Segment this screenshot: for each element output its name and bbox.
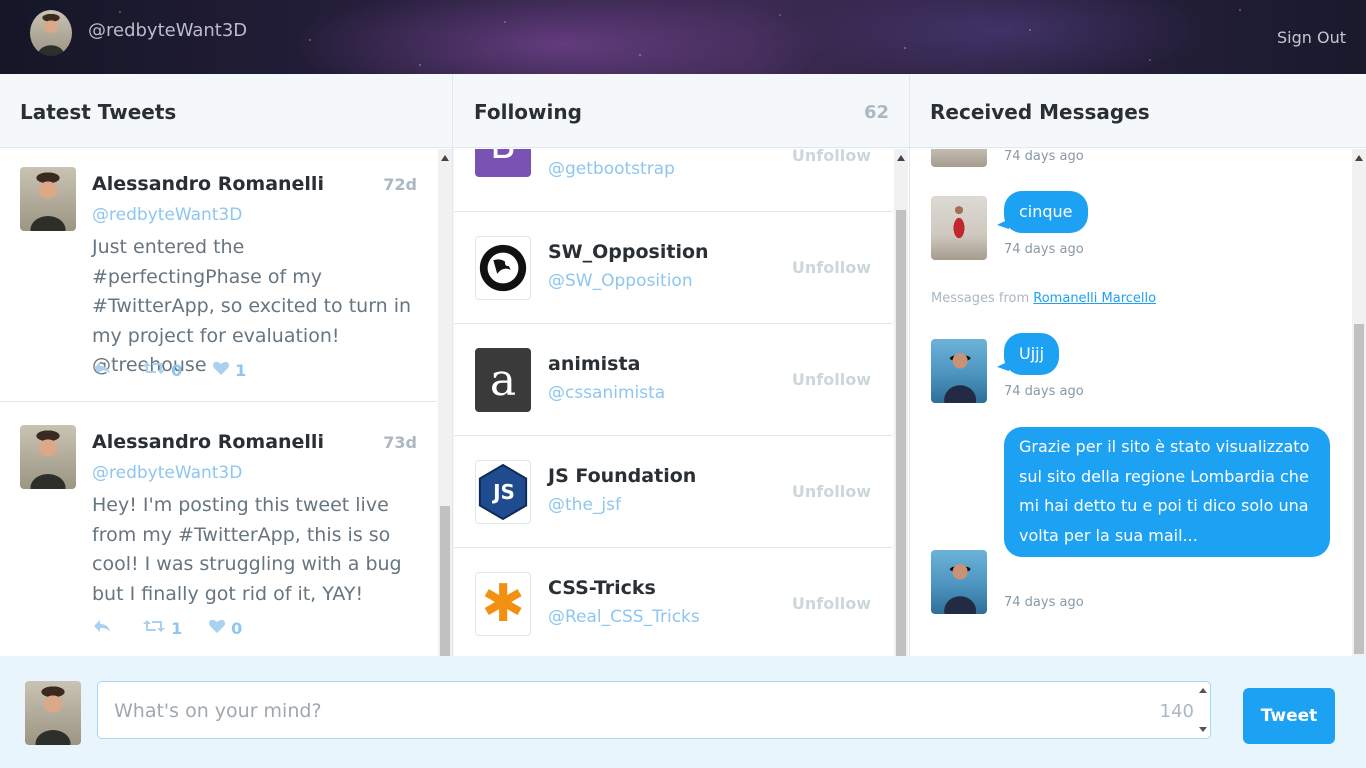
tweet-input-placeholder: What's on your mind?	[114, 700, 322, 722]
bootstrap-logo[interactable]: B	[475, 149, 531, 177]
following-item: SW_Opposition @SW_Opposition Unfollow	[454, 212, 893, 324]
chevron-down-icon[interactable]	[1199, 727, 1207, 732]
scroll-thumb[interactable]	[440, 506, 450, 656]
message-bubble: Ujjj	[1004, 333, 1060, 375]
chevron-up-icon[interactable]	[1199, 688, 1207, 693]
following-item: JS JS Foundation @the_jsf Unfollow	[454, 436, 893, 548]
following-count: 62	[863, 102, 889, 123]
reply-icon[interactable]	[92, 360, 112, 380]
message-bubble: cinque	[1004, 191, 1088, 233]
js-logo-text: JS	[493, 480, 515, 504]
tweet-author-handle[interactable]: @redbyteWant3D	[92, 463, 242, 483]
retweet-button[interactable]: 1	[142, 618, 182, 638]
tweet-author-avatar[interactable]	[20, 425, 76, 489]
messages-from-label: Messages from Romanelli Marcello	[931, 291, 1156, 306]
tweet-input[interactable]: What's on your mind? 140	[97, 681, 1211, 739]
following-handle[interactable]: @getbootstrap	[548, 159, 675, 179]
css-tricks-logo[interactable]: ✱	[475, 572, 531, 636]
tweet-author-handle[interactable]: @redbyteWant3D	[92, 205, 242, 225]
following-name: JS Foundation	[548, 465, 697, 487]
message-time: 74 days ago	[1004, 242, 1084, 257]
tweet-author-name: Alessandro Romanelli	[92, 173, 324, 195]
composer-avatar[interactable]	[25, 681, 81, 745]
sender-avatar[interactable]	[931, 550, 987, 614]
following-list[interactable]: B @getbootstrap Unfollow SW_Opposition @…	[454, 149, 909, 656]
scroll-up-arrow[interactable]	[897, 155, 905, 161]
unfollow-button[interactable]: Unfollow	[792, 482, 871, 501]
user-handle: @redbyteWant3D	[88, 20, 248, 41]
heart-icon	[208, 619, 226, 633]
following-handle[interactable]: @Real_CSS_Tricks	[548, 607, 700, 627]
tweets-scrollbar[interactable]	[438, 149, 452, 656]
unfollow-button[interactable]: Unfollow	[792, 149, 871, 165]
tweet-composer: What's on your mind? 140 Tweet	[0, 656, 1366, 768]
messages-list[interactable]: 74 days ago cinque 74 days ago Messages …	[910, 149, 1366, 656]
unfollow-button[interactable]: Unfollow	[792, 594, 871, 613]
tweet-text: Just entered the #perfectingPhase of my …	[92, 236, 412, 376]
received-messages-column: Received Messages 74 days ago cinque 74 …	[910, 74, 1366, 656]
received-messages-header: Received Messages	[910, 74, 1366, 148]
like-button[interactable]: 0	[208, 618, 242, 638]
js-foundation-logo[interactable]: JS	[475, 460, 531, 524]
sender-avatar[interactable]	[931, 339, 987, 403]
like-button[interactable]: 1	[212, 360, 246, 380]
sender-name-link[interactable]: Romanelli Marcello	[1033, 291, 1156, 306]
following-header: Following 62	[454, 74, 909, 148]
tweet-time: 73d	[383, 433, 417, 452]
latest-tweets-title: Latest Tweets	[20, 100, 177, 124]
sign-out-link[interactable]: Sign Out	[1277, 28, 1346, 47]
messages-scrollbar[interactable]	[1352, 149, 1366, 656]
following-column: Following 62 B @getbootstrap Unfollow SW…	[454, 74, 910, 656]
scroll-up-arrow[interactable]	[441, 155, 449, 161]
retweet-button[interactable]: 0	[142, 360, 182, 380]
tweets-list[interactable]: Alessandro Romanelli 72d @redbyteWant3D …	[0, 149, 452, 656]
tweet-text: Hey! I'm posting this tweet live from my…	[92, 494, 402, 605]
user-avatar[interactable]	[30, 10, 72, 56]
following-title: Following	[474, 100, 582, 124]
like-count: 0	[231, 619, 243, 638]
retweet-icon	[143, 362, 165, 374]
top-header: @redbyteWant3D Sign Out	[0, 0, 1366, 74]
character-counter: 140	[1159, 701, 1194, 722]
sender-avatar[interactable]	[931, 149, 987, 167]
following-item: a animista @cssanimista Unfollow	[454, 324, 893, 436]
sender-avatar[interactable]	[931, 196, 987, 260]
tweet-button[interactable]: Tweet	[1243, 688, 1335, 744]
reply-icon[interactable]	[92, 618, 112, 638]
scroll-up-arrow[interactable]	[1355, 155, 1363, 161]
retweet-count: 0	[171, 361, 183, 380]
following-name: animista	[548, 353, 641, 375]
message-time: 74 days ago	[1004, 384, 1084, 399]
message-time: 74 days ago	[1004, 149, 1084, 164]
latest-tweets-column: Latest Tweets Alessandro Romanelli 72d @…	[0, 74, 453, 656]
like-count: 1	[235, 361, 247, 380]
unfollow-button[interactable]: Unfollow	[792, 370, 871, 389]
following-item: ✱ CSS-Tricks @Real_CSS_Tricks Unfollow	[454, 548, 893, 656]
received-messages-title: Received Messages	[930, 100, 1150, 124]
following-item: B @getbootstrap Unfollow	[454, 149, 893, 212]
unfollow-button[interactable]: Unfollow	[792, 258, 871, 277]
scroll-thumb[interactable]	[896, 210, 906, 656]
following-scrollbar[interactable]	[894, 149, 908, 656]
message-time: 74 days ago	[1004, 595, 1084, 610]
tweet-time: 72d	[383, 175, 417, 194]
sw-opposition-logo[interactable]	[475, 236, 531, 300]
following-handle[interactable]: @SW_Opposition	[548, 271, 693, 291]
following-handle[interactable]: @the_jsf	[548, 495, 621, 515]
animista-logo[interactable]: a	[475, 348, 531, 412]
message-bubble: Grazie per il sito è stato visualizzato …	[1004, 427, 1330, 557]
retweet-count: 1	[171, 619, 183, 638]
tweet-author-name: Alessandro Romanelli	[92, 431, 324, 453]
messages-from-text: Messages from	[931, 291, 1030, 306]
latest-tweets-header: Latest Tweets	[0, 74, 452, 148]
following-name: CSS-Tricks	[548, 577, 656, 599]
following-name: SW_Opposition	[548, 241, 709, 263]
retweet-icon	[143, 620, 165, 632]
heart-icon	[212, 361, 230, 375]
scroll-thumb[interactable]	[1354, 324, 1364, 654]
tweet-item: Alessandro Romanelli 72d @redbyteWant3D …	[0, 149, 437, 402]
tweet-author-avatar[interactable]	[20, 167, 76, 231]
tweet-item: Alessandro Romanelli 73d @redbyteWant3D …	[0, 402, 437, 656]
following-handle[interactable]: @cssanimista	[548, 383, 665, 403]
